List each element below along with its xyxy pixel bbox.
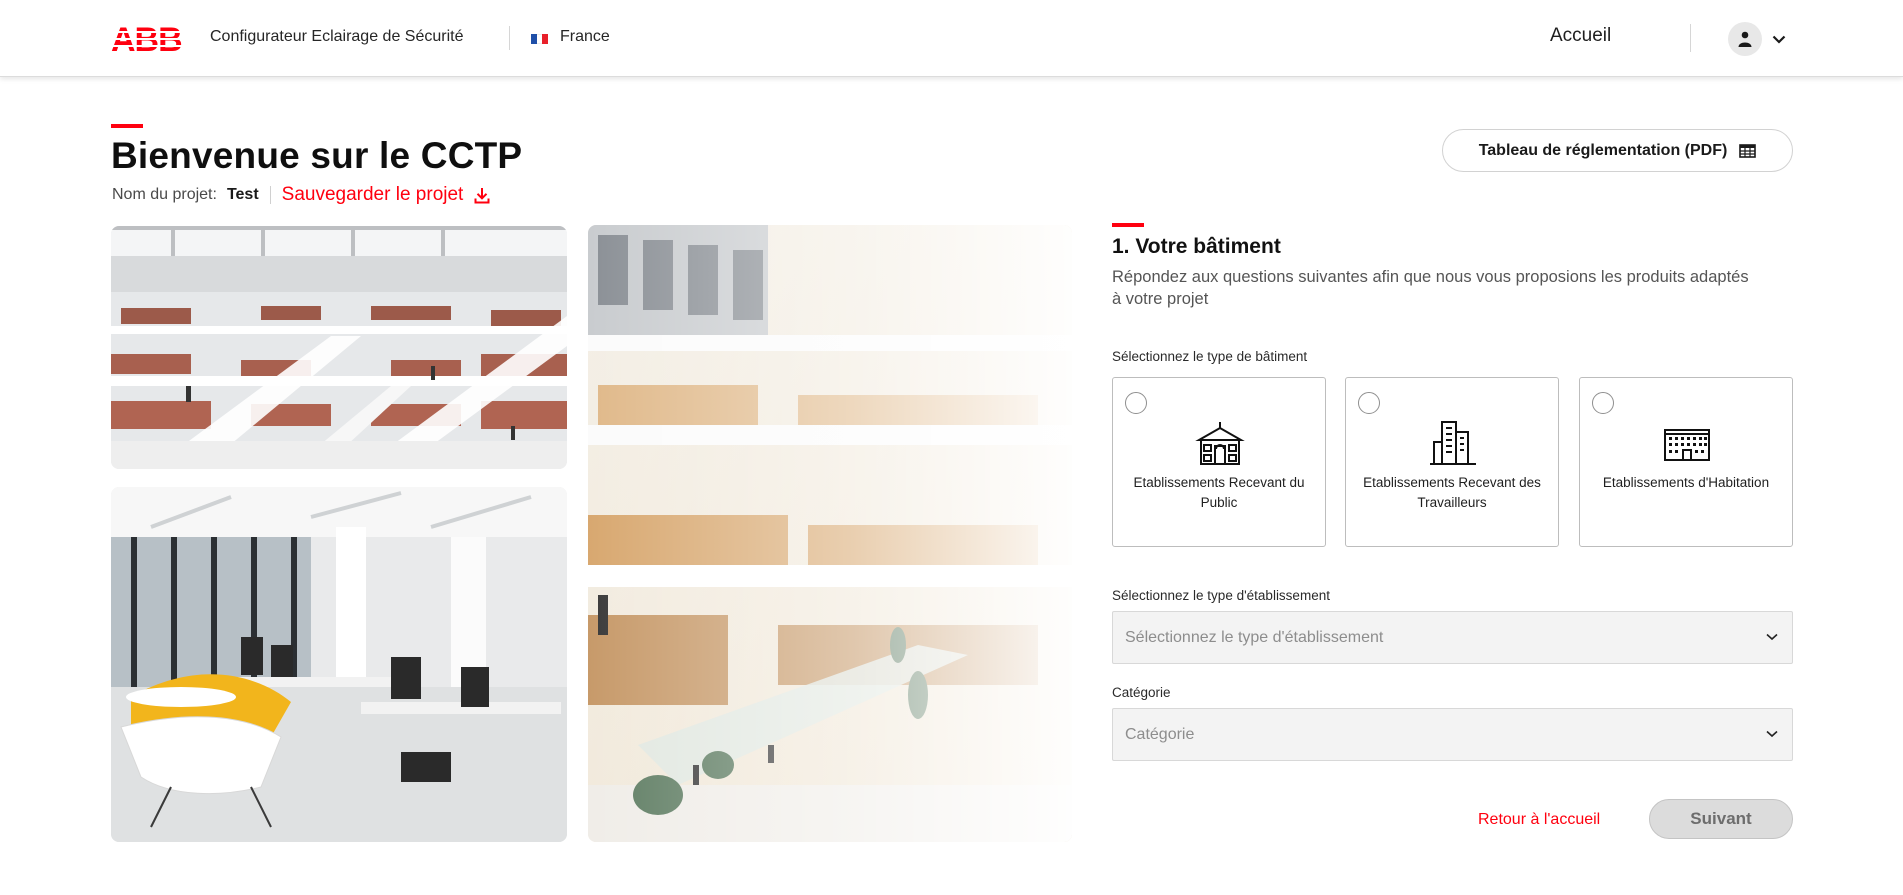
radio-button[interactable] xyxy=(1592,392,1614,414)
back-to-home-link[interactable]: Retour à l'accueil xyxy=(1478,811,1600,829)
office-interior-image xyxy=(111,487,567,842)
user-menu-button[interactable] xyxy=(1728,22,1792,56)
save-project-label: Sauvegarder le projet xyxy=(281,184,464,205)
apartment-building-icon xyxy=(1664,429,1710,461)
pdf-button-label: Tableau de réglementation (PDF) xyxy=(1478,141,1728,159)
library-interior-image xyxy=(111,226,567,469)
top-header: ABB Configurateur Eclairage de Sécurité … xyxy=(0,0,1903,77)
category-label: Catégorie xyxy=(1112,685,1171,700)
chevron-down-icon xyxy=(1766,633,1778,641)
chevron-down-icon xyxy=(1772,35,1786,44)
establishment-type-label: Sélectionnez le type d'établissement xyxy=(1112,588,1330,603)
table-icon xyxy=(1739,143,1757,158)
france-flag-icon xyxy=(531,34,549,44)
header-divider xyxy=(509,26,510,50)
page-title: Bienvenue sur le CCTP xyxy=(111,135,523,176)
establishment-type-select[interactable]: Sélectionnez le type d'établissement xyxy=(1112,611,1793,664)
building-type-label-text: Etablissements Recevant des Travailleurs xyxy=(1363,475,1541,510)
radio-button[interactable] xyxy=(1125,392,1147,414)
header-divider-right xyxy=(1690,24,1691,52)
public-building-icon xyxy=(1195,422,1245,465)
country-selector[interactable]: France xyxy=(560,28,610,46)
section-description: Répondez aux questions suivantes afin qu… xyxy=(1112,268,1749,308)
save-project-link[interactable]: Sauvegarder le projet xyxy=(282,184,491,206)
title-accent-bar xyxy=(111,124,143,128)
next-button[interactable]: Suivant xyxy=(1649,799,1793,839)
section-title: 1. Votre bâtiment xyxy=(1112,235,1281,258)
download-icon xyxy=(474,187,490,203)
building-type-label-text: Etablissements d'Habitation xyxy=(1602,475,1770,490)
building-type-option-habitation[interactable]: Etablissements d'Habitation xyxy=(1579,377,1793,547)
project-name-label: Nom du projet: xyxy=(112,186,217,203)
project-name-value: Test xyxy=(226,186,259,203)
project-info-row: Nom du projet: Test Sauvegarder le proje… xyxy=(112,184,490,206)
establishment-type-placeholder: Sélectionnez le type d'établissement xyxy=(1125,628,1384,646)
user-icon xyxy=(1728,22,1762,56)
category-select[interactable]: Catégorie xyxy=(1112,708,1793,761)
building-type-label: Sélectionnez le type de bâtiment xyxy=(1112,349,1308,364)
radio-button[interactable] xyxy=(1358,392,1380,414)
project-divider xyxy=(269,186,271,204)
section-accent-bar xyxy=(1112,223,1144,227)
building-type-option-ert[interactable]: Etablissements Recevant des Travailleurs xyxy=(1345,377,1559,547)
category-placeholder: Catégorie xyxy=(1125,725,1195,743)
nav-home-link[interactable]: Accueil xyxy=(1550,25,1611,47)
chevron-down-icon xyxy=(1766,730,1778,738)
building-type-label-text: Etablissements Recevant du Public xyxy=(1133,475,1305,510)
building-type-option-erp[interactable]: Etablissements Recevant du Public xyxy=(1112,377,1326,547)
office-tower-icon xyxy=(1430,421,1476,465)
atrium-interior-image xyxy=(588,225,1072,842)
abb-logo[interactable]: ABB xyxy=(111,22,191,54)
regulation-table-pdf-button[interactable]: Tableau de réglementation (PDF) xyxy=(1442,129,1793,172)
app-title: Configurateur Eclairage de Sécurité xyxy=(210,28,464,45)
